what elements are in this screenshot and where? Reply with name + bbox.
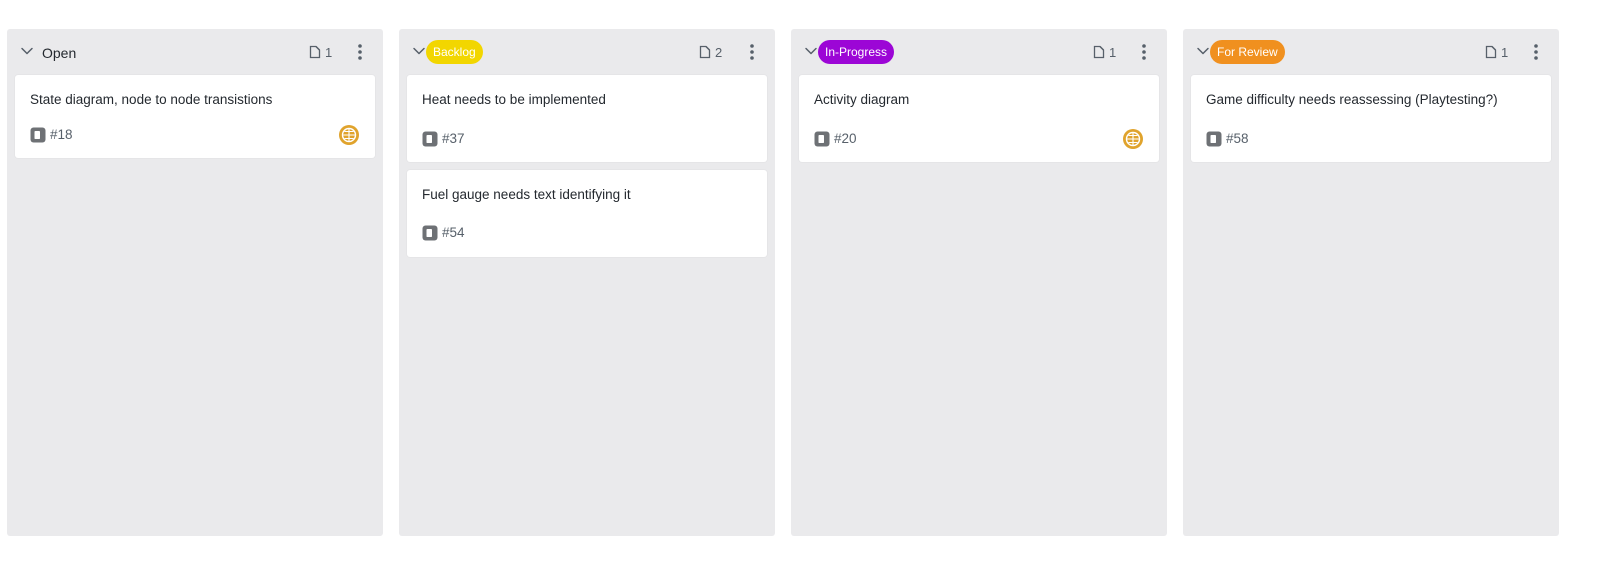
chevron-down-icon[interactable] <box>803 43 819 59</box>
issue-card[interactable]: Fuel gauge needs text identifying it #54 <box>407 170 767 257</box>
column-header: In-Progress 1 <box>791 29 1167 75</box>
card-title[interactable]: Activity diagram <box>814 92 909 107</box>
avatar-icon[interactable] <box>1122 128 1144 150</box>
avatar-icon[interactable] <box>338 124 360 146</box>
issue-card[interactable]: Heat needs to be implemented #37 <box>407 75 767 162</box>
more-options-icon[interactable] <box>352 42 368 62</box>
card-count-icon <box>309 45 321 59</box>
issue-icon <box>1206 131 1222 147</box>
card-count-icon <box>699 45 711 59</box>
card-count-icon <box>1485 45 1497 59</box>
issue-icon <box>814 131 830 147</box>
card-count: 1 <box>309 44 332 60</box>
issue-card[interactable]: Activity diagram #20 <box>799 75 1159 162</box>
issue-number: #20 <box>834 131 857 146</box>
column-title: Open <box>42 45 77 61</box>
card-count-value: 1 <box>1109 44 1117 60</box>
column-open: Open 1 State diagram, node to node trans… <box>7 29 383 536</box>
project-board: Open 1 State diagram, node to node trans… <box>0 0 1600 564</box>
card-count: 2 <box>699 44 722 60</box>
card-title[interactable]: Game difficulty needs reassessing (Playt… <box>1206 92 1498 107</box>
column-label-badge: For Review <box>1210 40 1285 64</box>
card-count: 1 <box>1485 44 1508 60</box>
column-header: Backlog 2 <box>399 29 775 75</box>
column-for-review: For Review 1 Game difficulty needs reass… <box>1183 29 1559 536</box>
card-count: 1 <box>1093 44 1116 60</box>
column-header: For Review 1 <box>1183 29 1559 75</box>
more-options-icon[interactable] <box>1136 42 1152 62</box>
column-label-badge: Backlog <box>426 40 483 64</box>
issue-card[interactable]: State diagram, node to node transistions… <box>15 75 375 158</box>
issue-icon <box>422 225 438 241</box>
card-count-value: 1 <box>1501 44 1509 60</box>
chevron-down-icon[interactable] <box>1195 43 1211 59</box>
column-backlog: Backlog 2 Heat needs to be implemented #… <box>399 29 775 536</box>
issue-number: #54 <box>442 225 465 240</box>
column-label-badge: In-Progress <box>818 40 895 64</box>
issue-icon <box>422 131 438 147</box>
issue-number: #37 <box>442 131 465 146</box>
card-title[interactable]: Heat needs to be implemented <box>422 92 606 107</box>
card-title[interactable]: State diagram, node to node transistions <box>30 92 272 107</box>
issue-card[interactable]: Game difficulty needs reassessing (Playt… <box>1191 75 1551 162</box>
more-options-icon[interactable] <box>1528 42 1544 62</box>
issue-number: #58 <box>1226 131 1249 146</box>
chevron-down-icon[interactable] <box>19 43 35 59</box>
card-count-value: 2 <box>715 44 723 60</box>
issue-number: #18 <box>50 127 73 142</box>
column-in-progress: In-Progress 1 Activity diagram #20 <box>791 29 1167 536</box>
more-options-icon[interactable] <box>744 42 760 62</box>
issue-icon <box>30 127 46 143</box>
card-title[interactable]: Fuel gauge needs text identifying it <box>422 187 631 202</box>
column-header: Open 1 <box>7 29 383 75</box>
chevron-down-icon[interactable] <box>411 43 427 59</box>
card-count-value: 1 <box>325 44 333 60</box>
card-count-icon <box>1093 45 1105 59</box>
